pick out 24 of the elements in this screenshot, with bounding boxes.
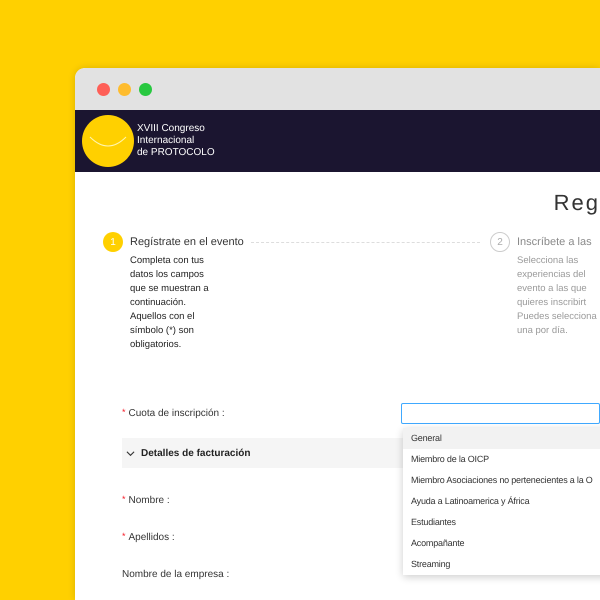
chevron-down-icon[interactable] <box>126 448 135 458</box>
logo-text: Internacional <box>137 135 196 147</box>
page-title: Reg <box>554 190 600 217</box>
logo-text: XVIII Congreso <box>137 123 206 135</box>
fee-select-field[interactable] <box>401 402 600 424</box>
required-mark: * <box>122 530 126 544</box>
dropdown-option[interactable]: Streaming <box>403 554 600 575</box>
step-description: Selecciona las experiencias del evento a las que quieres inscribirt Puedes selecciona una por día. <box>516 254 598 338</box>
billing-section-header[interactable]: Detalles de facturación <box>122 438 403 468</box>
step-number: 1 <box>103 232 123 252</box>
field-label: Nombre de la empresa : <box>122 568 230 582</box>
logo-text: de PROTOCOLO <box>137 147 215 159</box>
step-number: 2 <box>490 232 510 252</box>
field-label: Nombre : <box>128 494 170 508</box>
step-title: Regístrate en el evento <box>130 234 244 250</box>
required-mark: * <box>122 406 126 420</box>
section-title: Detalles de facturación <box>141 446 250 460</box>
dropdown-option[interactable]: General <box>403 428 600 449</box>
field-label: Apellidos : <box>128 530 175 544</box>
step-description: Completa con tus datos los campos que se muestran a continuación. Aquellos con el símbolo (*) son obligatorios. <box>129 254 210 352</box>
step-title: Inscríbete a las <box>517 234 592 250</box>
logo-icon[interactable] <box>82 115 134 167</box>
required-mark: * <box>122 493 126 506</box>
field-label: Cuota de inscripción : <box>128 406 225 420</box>
